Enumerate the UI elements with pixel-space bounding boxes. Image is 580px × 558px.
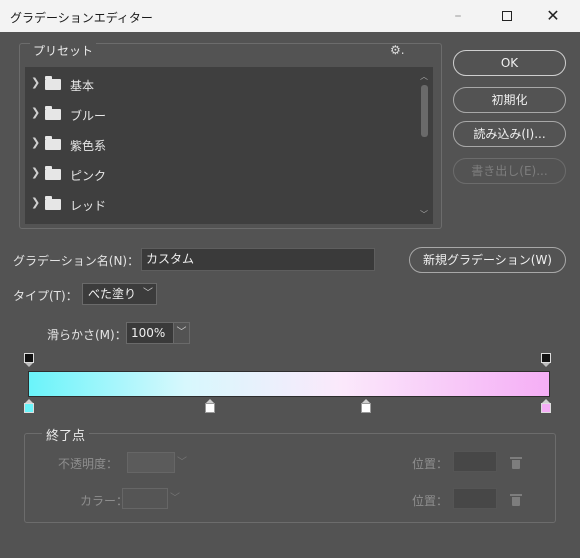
preset-folder-pink[interactable]: ❯ ピンク bbox=[25, 159, 415, 189]
location-label: 位置： bbox=[412, 494, 449, 508]
maximize-icon bbox=[502, 11, 512, 21]
trash-body bbox=[512, 497, 520, 506]
close-button[interactable]: ✕ bbox=[530, 0, 576, 32]
color-location-input[interactable] bbox=[453, 488, 497, 509]
scroll-thumb[interactable] bbox=[421, 85, 428, 137]
opacity-input[interactable] bbox=[127, 452, 175, 473]
chevron-right-icon[interactable]: ❯ bbox=[31, 166, 40, 179]
smoothness-input[interactable]: 100% bbox=[126, 322, 174, 344]
scroll-up-icon[interactable]: ︿ bbox=[420, 71, 428, 82]
smoothness-dropdown[interactable]: ﹀ bbox=[174, 322, 190, 344]
preset-folder-basic[interactable]: ❯ 基本 bbox=[25, 69, 415, 99]
chevron-down-icon: ﹀ bbox=[143, 288, 153, 299]
chevron-right-icon[interactable]: ❯ bbox=[31, 76, 40, 89]
chevron-down-icon: ﹀ bbox=[176, 327, 187, 338]
trash-icon[interactable] bbox=[510, 494, 522, 506]
chevron-right-icon[interactable]: ❯ bbox=[31, 106, 40, 119]
preset-folder-label: ピンク bbox=[70, 169, 107, 183]
opacity-stop-swatch bbox=[541, 353, 551, 363]
gradient-name-input[interactable]: カスタム bbox=[141, 248, 375, 271]
reset-button[interactable]: 初期化 bbox=[453, 87, 566, 113]
gradient-bar[interactable] bbox=[28, 371, 550, 397]
title-bar: グラデーションエディター – ✕ bbox=[0, 0, 580, 32]
scroll-down-icon[interactable]: ﹀ bbox=[420, 209, 428, 220]
preset-folder-label: 基本 bbox=[70, 79, 95, 93]
preset-scrollbar[interactable]: ︿ ﹀ bbox=[416, 67, 433, 224]
type-select[interactable]: べた塗り ﹀ bbox=[82, 283, 157, 305]
gradient-name-label: グラデーション名(N)： bbox=[13, 254, 140, 268]
stop-pointer bbox=[542, 363, 550, 367]
opacity-stop[interactable] bbox=[24, 353, 34, 367]
color-swatch-input[interactable] bbox=[122, 488, 168, 509]
color-stop-swatch bbox=[361, 403, 371, 413]
stop-pointer bbox=[25, 363, 33, 367]
type-select-value: べた塗り bbox=[88, 287, 137, 301]
chevron-right-icon[interactable]: ❯ bbox=[31, 136, 40, 149]
export-button[interactable]: 書き出し(E)... bbox=[453, 158, 566, 184]
minimize-button[interactable]: – bbox=[435, 0, 481, 32]
end-point-legend: 終了点 bbox=[42, 425, 90, 444]
trash-lid bbox=[510, 494, 522, 496]
opacity-stop[interactable] bbox=[541, 353, 551, 367]
folder-icon bbox=[45, 106, 61, 120]
maximize-button[interactable] bbox=[484, 0, 530, 32]
close-icon: ✕ bbox=[546, 6, 560, 25]
new-gradient-button[interactable]: 新規グラデーション(W) bbox=[409, 247, 566, 273]
chevron-right-icon[interactable]: ❯ bbox=[31, 196, 40, 209]
opacity-location-input[interactable] bbox=[453, 451, 497, 472]
color-stop[interactable] bbox=[24, 399, 34, 413]
minimize-icon: – bbox=[454, 8, 462, 24]
preset-folder-label: 紫色系 bbox=[70, 139, 107, 153]
color-stop[interactable] bbox=[361, 399, 371, 413]
folder-icon bbox=[45, 166, 61, 180]
preset-folder-purple[interactable]: ❯ 紫色系 bbox=[25, 129, 415, 159]
color-stop-swatch bbox=[205, 403, 215, 413]
trash-body bbox=[512, 460, 520, 469]
type-label: タイプ(T)： bbox=[13, 289, 78, 303]
color-stop-swatch bbox=[24, 403, 34, 413]
opacity-stop-swatch bbox=[24, 353, 34, 363]
ok-button[interactable]: OK bbox=[453, 50, 566, 76]
window-title: グラデーションエディター bbox=[10, 11, 153, 25]
load-button[interactable]: 読み込み(I)... bbox=[453, 121, 566, 147]
color-label: カラー： bbox=[80, 494, 129, 508]
location-label: 位置： bbox=[412, 457, 449, 471]
color-stop[interactable] bbox=[541, 399, 551, 413]
trash-lid bbox=[510, 457, 522, 459]
end-point-panel bbox=[24, 433, 556, 523]
preset-folder-label: レッド bbox=[70, 199, 107, 213]
preset-folder-blue[interactable]: ❯ ブルー bbox=[25, 99, 415, 129]
trash-icon[interactable] bbox=[510, 457, 522, 469]
preset-list: ❯ 基本 ❯ ブルー ❯ 紫色系 ❯ ピンク ❯ レッド ︿ ﹀ bbox=[25, 67, 433, 224]
color-stop-swatch bbox=[541, 403, 551, 413]
opacity-label: 不透明度： bbox=[58, 457, 119, 471]
gear-icon[interactable]: ⚙. bbox=[390, 43, 405, 57]
folder-icon bbox=[45, 136, 61, 150]
folder-icon bbox=[45, 76, 61, 90]
preset-legend: プリセット bbox=[30, 42, 97, 59]
folder-icon bbox=[45, 196, 61, 210]
chevron-down-icon[interactable]: ﹀ bbox=[168, 488, 182, 509]
color-stop[interactable] bbox=[205, 399, 215, 413]
smoothness-label: 滑らかさ(M)： bbox=[47, 328, 127, 342]
preset-folder-red[interactable]: ❯ レッド bbox=[25, 189, 415, 219]
chevron-down-icon[interactable]: ﹀ bbox=[175, 452, 189, 473]
preset-folder-label: ブルー bbox=[70, 109, 107, 123]
